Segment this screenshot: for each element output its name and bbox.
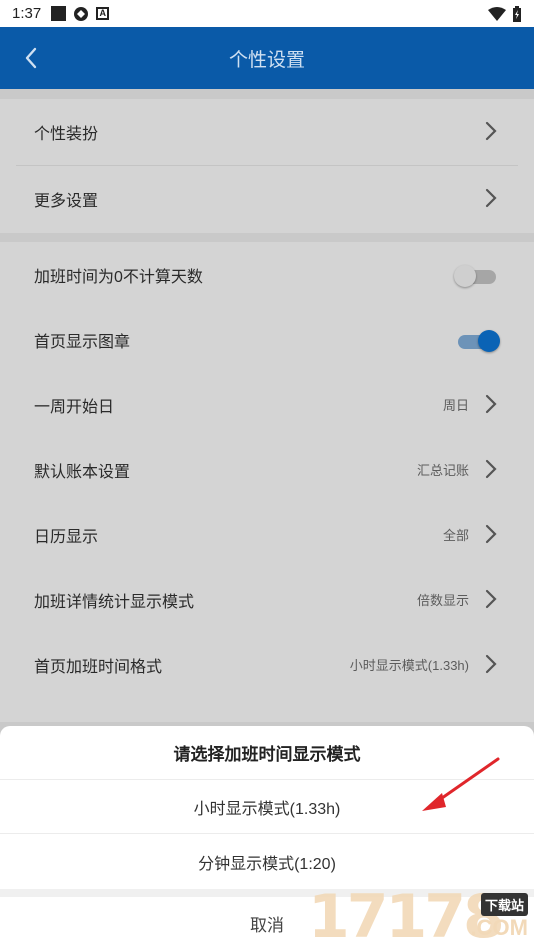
setting-value: 全部 — [442, 528, 469, 543]
battery-icon — [513, 5, 521, 22]
setting-label: 加班详情统计显示模式 — [34, 593, 195, 611]
setting-value: 周日 — [442, 398, 469, 413]
chevron-right-icon — [485, 459, 497, 479]
watermark-badge: 下载站 — [480, 893, 528, 916]
setting-calendar-display[interactable]: 日历显示 全部 — [0, 502, 534, 567]
setting-label: 首页显示图章 — [34, 333, 131, 351]
setting-value: 小时显示模式(1.33h) — [349, 658, 469, 673]
annotation-arrow-icon — [422, 757, 500, 811]
status-time: 1:37 — [12, 5, 42, 22]
setting-label: 默认账本设置 — [34, 463, 131, 481]
app-a-icon: A — [96, 7, 110, 20]
status-bar: 1:37 A — [0, 0, 534, 27]
notification-square-icon — [51, 6, 67, 21]
watermark-logo: 17178 下载站 .COM — [308, 885, 534, 950]
setting-zero-overtime-days: 加班时间为0不计算天数 — [0, 242, 534, 307]
setting-more-settings[interactable]: 更多设置 — [0, 166, 534, 231]
page-title: 个性设置 — [228, 49, 305, 71]
setting-show-stamp: 首页显示图章 — [0, 307, 534, 372]
setting-week-start[interactable]: 一周开始日 周日 — [0, 372, 534, 437]
toggle-knob — [478, 330, 500, 352]
chevron-right-icon — [485, 654, 497, 674]
setting-label: 日历显示 — [34, 528, 99, 546]
chevron-right-icon — [485, 524, 497, 544]
setting-label: 首页加班时间格式 — [34, 658, 163, 676]
settings-group-appearance: 个性装扮 更多设置 — [0, 99, 534, 233]
setting-label: 加班时间为0不计算天数 — [34, 268, 203, 286]
app-header: 个性设置 — [0, 27, 534, 89]
setting-label: 一周开始日 — [34, 398, 115, 416]
option-minute-mode[interactable]: 分钟显示模式(1:20) — [0, 835, 534, 889]
sync-icon — [74, 6, 89, 21]
setting-value: 倍数显示 — [416, 593, 469, 608]
show-stamp-toggle[interactable] — [458, 330, 500, 352]
chevron-right-icon — [485, 589, 497, 609]
setting-home-overtime-format[interactable]: 首页加班时间格式 小时显示模式(1.33h) — [0, 632, 534, 697]
setting-default-ledger[interactable]: 默认账本设置 汇总记账 — [0, 437, 534, 502]
setting-value: 汇总记账 — [416, 463, 469, 478]
wifi-icon — [488, 6, 506, 21]
chevron-right-icon — [485, 394, 497, 414]
settings-group-general: 加班时间为0不计算天数 首页显示图章 一周开始日 周日 默认账本设置 汇总记账 … — [0, 242, 534, 722]
back-arrow-icon[interactable] — [20, 45, 44, 71]
chevron-right-icon — [485, 121, 497, 141]
zero-overtime-toggle[interactable] — [454, 265, 498, 287]
chevron-right-icon — [485, 188, 497, 208]
watermark-domain: .COM — [470, 915, 528, 940]
toggle-knob — [454, 265, 476, 287]
setting-personal-theme[interactable]: 个性装扮 — [0, 99, 534, 164]
setting-label: 个性装扮 — [34, 125, 99, 143]
setting-overtime-stats-mode[interactable]: 加班详情统计显示模式 倍数显示 — [0, 567, 534, 632]
setting-label: 更多设置 — [34, 192, 99, 210]
